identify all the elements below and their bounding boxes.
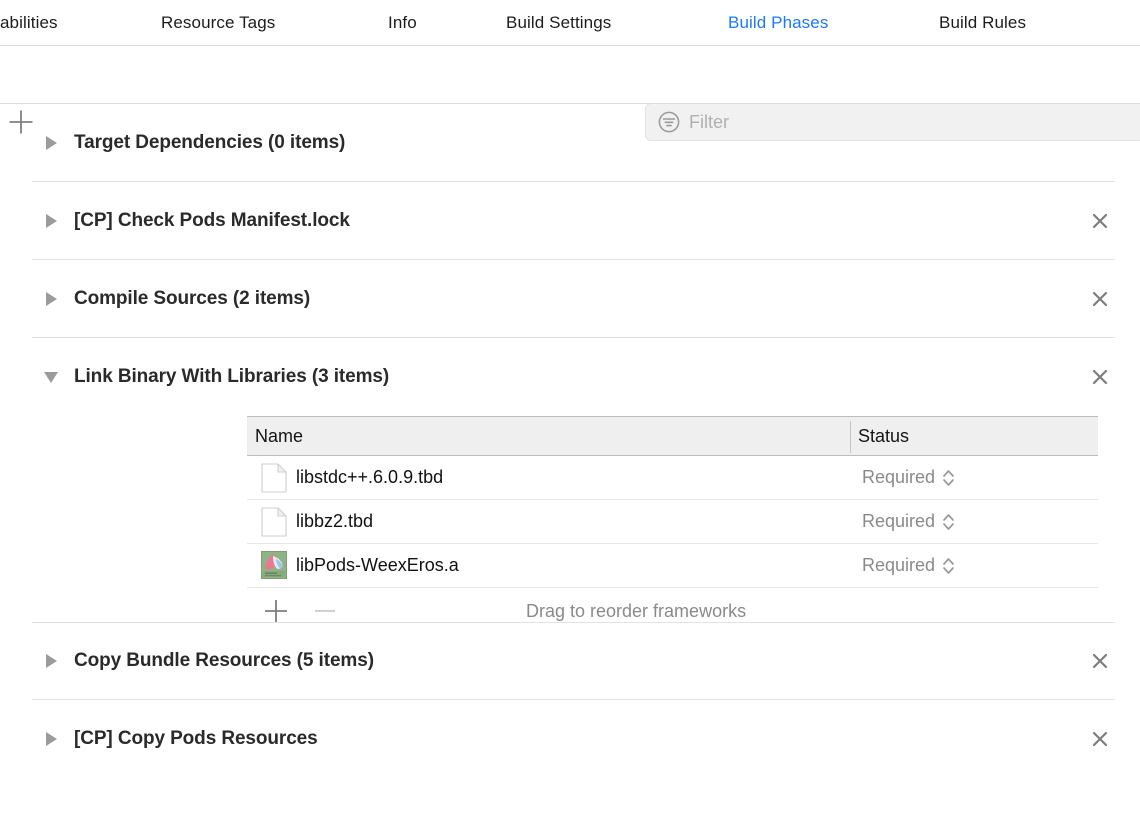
- close-icon: [1088, 365, 1112, 389]
- tab-info[interactable]: Info: [388, 0, 417, 46]
- build-phase-cp-check-pods-manifest-lock: [CP] Check Pods Manifest.lock: [0, 182, 1140, 260]
- tab-build-settings[interactable]: Build Settings: [506, 0, 611, 46]
- disclosure-triangle-expanded-icon[interactable]: [43, 369, 59, 385]
- library-name: libstdc++.6.0.9.tbd: [296, 467, 443, 488]
- phase-title: [CP] Check Pods Manifest.lock: [74, 210, 350, 232]
- chevron-up-down-icon: [942, 468, 955, 488]
- phase-header[interactable]: Compile Sources (2 items): [0, 260, 1140, 338]
- build-phase-link-binary-with-libraries: Link Binary With Libraries (3 items) Nam…: [0, 338, 1140, 622]
- build-phase-target-dependencies: Target Dependencies (0 items): [0, 104, 1140, 182]
- tab-build-rules[interactable]: Build Rules: [939, 0, 1026, 46]
- phase-title: Copy Bundle Resources (5 items): [74, 650, 374, 672]
- remove-phase-button[interactable]: [1088, 649, 1112, 673]
- remove-phase-button[interactable]: [1088, 209, 1112, 233]
- phase-header[interactable]: Target Dependencies (0 items): [0, 104, 1140, 182]
- library-status-popup[interactable]: Required: [862, 511, 955, 532]
- library-status-value: Required: [862, 467, 935, 488]
- plus-icon: [264, 598, 288, 624]
- tab-build-phases[interactable]: Build Phases: [728, 0, 828, 46]
- disclosure-triangle-collapsed-icon[interactable]: [43, 731, 59, 747]
- column-header-status[interactable]: Status: [858, 426, 909, 447]
- editor-tab-bar: abilities Resource Tags Info Build Setti…: [0, 0, 1140, 46]
- phase-title: Compile Sources (2 items): [74, 288, 310, 310]
- phase-title: Target Dependencies (0 items): [74, 132, 345, 154]
- chevron-up-down-icon: [942, 512, 955, 532]
- phase-header[interactable]: [CP] Copy Pods Resources: [0, 700, 1140, 778]
- table-header-row: Name Status: [247, 416, 1098, 456]
- document-icon: [261, 507, 287, 537]
- column-header-name[interactable]: Name: [255, 426, 303, 447]
- table-row[interactable]: libPods-WeexEros.a Required: [247, 544, 1098, 588]
- archive-icon: [261, 551, 287, 581]
- library-status-value: Required: [862, 555, 935, 576]
- table-row[interactable]: libstdc++.6.0.9.tbd Required: [247, 456, 1098, 500]
- remove-phase-button[interactable]: [1088, 727, 1112, 751]
- build-phase-copy-bundle-resources: Copy Bundle Resources (5 items): [0, 622, 1140, 700]
- column-divider: [850, 421, 851, 453]
- library-name: libPods-WeexEros.a: [296, 555, 459, 576]
- document-icon: [261, 463, 287, 493]
- table-row[interactable]: libbz2.tbd Required: [247, 500, 1098, 544]
- phase-header[interactable]: [CP] Check Pods Manifest.lock: [0, 182, 1140, 260]
- disclosure-triangle-collapsed-icon[interactable]: [43, 653, 59, 669]
- build-phases-editor: abilities Resource Tags Info Build Setti…: [0, 0, 1140, 814]
- remove-phase-button[interactable]: [1088, 365, 1112, 389]
- disclosure-triangle-collapsed-icon[interactable]: [43, 135, 59, 151]
- remove-library-button[interactable]: [313, 598, 337, 624]
- close-icon: [1088, 649, 1112, 673]
- remove-phase-button[interactable]: [1088, 287, 1112, 311]
- library-status-popup[interactable]: Required: [862, 467, 955, 488]
- tab-resource-tags[interactable]: Resource Tags: [161, 0, 275, 46]
- linked-libraries-table: Name Status libstdc++.6.0.9.tbd: [247, 416, 1098, 634]
- chevron-up-down-icon: [942, 556, 955, 576]
- library-name: libbz2.tbd: [296, 511, 373, 532]
- linked-libraries-panel: Name Status libstdc++.6.0.9.tbd: [0, 416, 1140, 622]
- phase-header[interactable]: Copy Bundle Resources (5 items): [0, 622, 1140, 700]
- phases-toolbar: Filter: [0, 46, 1140, 104]
- phase-header[interactable]: Link Binary With Libraries (3 items): [0, 338, 1140, 416]
- library-status-value: Required: [862, 511, 935, 532]
- phase-title: Link Binary With Libraries (3 items): [74, 366, 389, 388]
- minus-icon: [313, 598, 337, 624]
- library-status-popup[interactable]: Required: [862, 555, 955, 576]
- add-library-button[interactable]: [264, 598, 288, 624]
- disclosure-triangle-collapsed-icon[interactable]: [43, 291, 59, 307]
- close-icon: [1088, 209, 1112, 233]
- build-phase-cp-copy-pods-resources: [CP] Copy Pods Resources: [0, 700, 1140, 778]
- disclosure-triangle-collapsed-icon[interactable]: [43, 213, 59, 229]
- close-icon: [1088, 287, 1112, 311]
- reorder-hint: Drag to reorder frameworks: [526, 601, 746, 622]
- close-icon: [1088, 727, 1112, 751]
- build-phase-list: Target Dependencies (0 items) [CP] Check…: [0, 104, 1140, 778]
- phase-title: [CP] Copy Pods Resources: [74, 728, 318, 750]
- tab-capabilities[interactable]: abilities: [0, 0, 58, 46]
- build-phase-compile-sources: Compile Sources (2 items): [0, 260, 1140, 338]
